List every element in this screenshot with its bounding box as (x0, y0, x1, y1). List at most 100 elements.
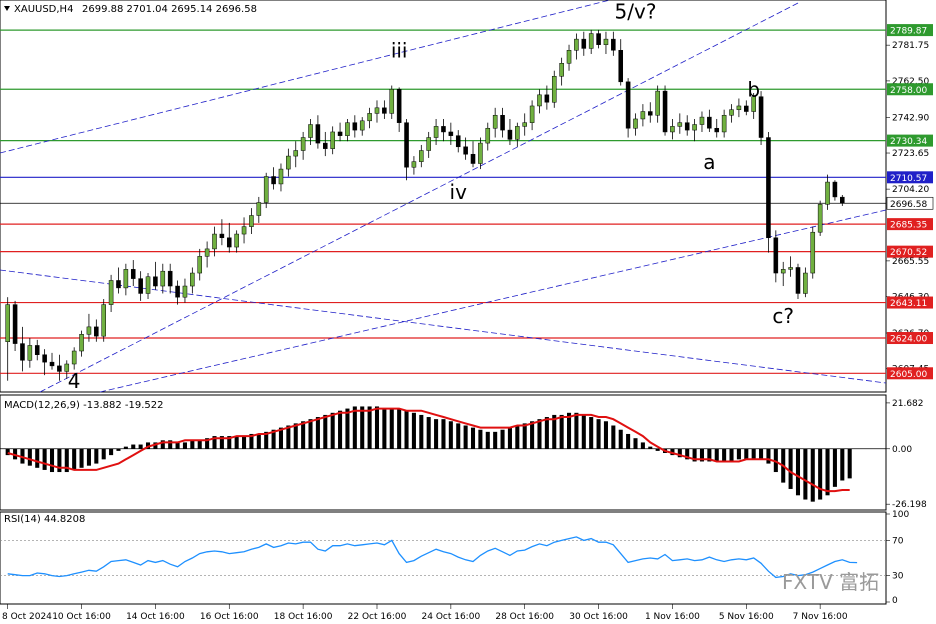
price-tick-label-3: 2723.65 (892, 149, 929, 159)
candle-body (145, 276, 151, 294)
candle-body (34, 345, 40, 355)
candle-body (263, 176, 269, 203)
candle-body (670, 126, 675, 133)
candle-body (20, 343, 25, 361)
candle-body (780, 269, 786, 274)
macd-bar (138, 444, 143, 449)
candle-body (803, 272, 808, 294)
candle-body (123, 269, 129, 289)
candle-body (212, 233, 217, 250)
macd-bar (566, 412, 572, 449)
candle-body (788, 267, 793, 270)
candle-body (707, 116, 712, 129)
time-tick-label-4: 18 Oct 16:00 (274, 612, 333, 622)
macd-bar (101, 448, 106, 460)
candle-body (758, 96, 764, 138)
macd-bar (714, 448, 719, 462)
candle-body (832, 181, 838, 198)
candle-body (537, 94, 542, 107)
macd-bar (500, 429, 505, 449)
candle-body (596, 33, 601, 45)
macd-bar (367, 406, 372, 449)
macd-bar (818, 448, 823, 500)
macd-tick-label-2: -26.198 (892, 500, 927, 510)
macd-bar (544, 417, 549, 449)
macd-bar (116, 448, 121, 451)
macd-bar (434, 419, 439, 449)
candle-body (79, 334, 84, 352)
candle-body (286, 155, 291, 170)
candle-body (108, 280, 114, 305)
candle-body (544, 94, 550, 103)
candle-body (766, 137, 771, 239)
candle-body (441, 126, 446, 133)
macd-bar (581, 414, 586, 449)
candle-body (396, 89, 402, 123)
symbol-label: XAUUSD,H4 (14, 4, 73, 15)
price-tick-label-5: 2665.55 (892, 257, 929, 267)
wave-label-1: 5/v? (615, 0, 657, 24)
time-tick-label-7: 28 Oct 16:00 (495, 612, 554, 622)
candle-body (566, 50, 572, 64)
candle (101, 299, 106, 342)
candle-body (463, 146, 468, 155)
time-tick-label-11: 7 Nov 16:00 (793, 612, 848, 622)
macd-bar (49, 448, 55, 473)
watermark-logo: FXTV 富拓 (782, 570, 879, 594)
candle-body (160, 270, 166, 287)
macd-bar (35, 448, 40, 468)
candle-body (315, 124, 321, 144)
candle-body (226, 237, 232, 248)
macd-bar (411, 412, 416, 449)
rsi-tick-label-1: 70 (892, 536, 904, 546)
candle (810, 226, 816, 279)
candle-body (153, 276, 158, 287)
macd-bar (131, 444, 136, 449)
macd-bar (389, 408, 394, 449)
time-tick-label-8: 30 Oct 16:00 (569, 612, 628, 622)
macd-bar (648, 446, 653, 449)
candle-body (94, 326, 99, 337)
candle-body (625, 81, 631, 129)
candle-body (581, 38, 587, 49)
candle-body (337, 131, 343, 136)
macd-bar (655, 448, 660, 451)
price-panel (0, 0, 887, 393)
candle-body (278, 168, 284, 185)
macd-bar (404, 410, 409, 449)
candle-body (662, 90, 668, 133)
macd-bar (197, 440, 202, 449)
candle-body (27, 345, 33, 361)
macd-bar (190, 440, 195, 449)
candle-body (655, 90, 660, 116)
candle-body (57, 365, 62, 372)
macd-bar (79, 448, 84, 468)
macd-bar (618, 429, 623, 449)
candle-body (588, 33, 594, 49)
level-tag-text-7: 2624.00 (890, 335, 927, 345)
macd-axis: 21.682 0.00 -26.198 (886, 399, 927, 510)
macd-bar (640, 442, 645, 449)
candle-body (42, 354, 47, 363)
macd-bar (537, 419, 542, 449)
candle-body (249, 215, 254, 227)
candle-body (529, 105, 535, 123)
rsi-tick-label-0: 100 (892, 510, 909, 520)
macd-bar (589, 417, 594, 449)
candle-body (470, 153, 476, 164)
macd-bar (596, 419, 601, 449)
macd-bar (256, 433, 261, 449)
macd-bar (86, 448, 91, 466)
ohlc-label: 2699.88 2701.04 2695.14 2696.58 (82, 4, 257, 15)
candle-body (101, 304, 106, 337)
candle-body (382, 107, 387, 114)
candle-body (5, 304, 10, 342)
price-tick-label-2: 2742.90 (892, 113, 929, 123)
candle-body (116, 280, 121, 289)
macd-bar (374, 406, 380, 449)
macd-bar (515, 425, 520, 449)
candle-body (795, 267, 801, 294)
macd-bar (825, 448, 830, 496)
candle-body (559, 63, 564, 77)
macd-bar (507, 427, 512, 449)
